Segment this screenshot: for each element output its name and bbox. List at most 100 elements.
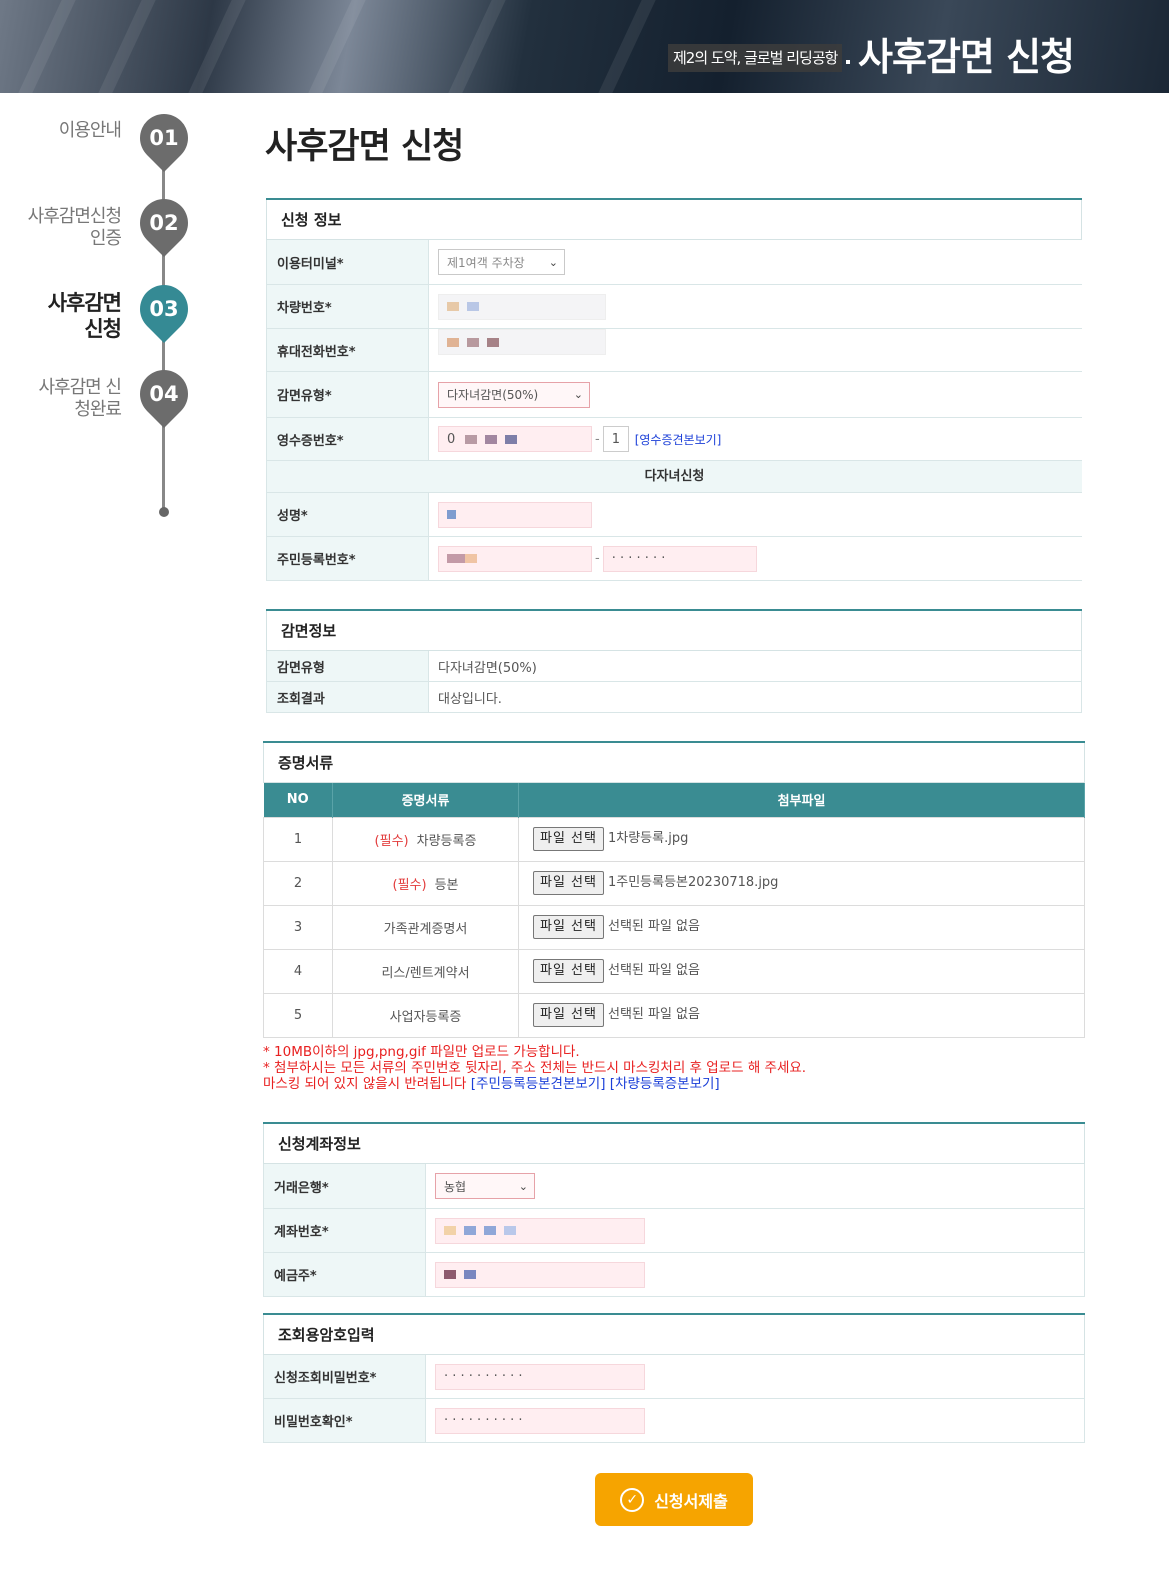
reduction-type-label: 감면유형* [266,372,429,417]
bank-row: 거래은행* 농협 ⌄ [263,1164,1085,1209]
file-select-button[interactable]: 파일 선택 [533,959,604,983]
receipt-seq-input[interactable]: 1 [602,426,629,452]
rrn-back-input[interactable]: · · · · · · · [602,545,757,572]
step-label-2: 사후감면신청 인증 [27,206,122,249]
upload-notes: * 10MB이하의 jpg,png,gif 파일만 업로드 가능합니다. * 첨… [263,1044,806,1092]
step-label-1: 이용안내 [58,120,122,141]
row-no: 1 [263,816,333,862]
reduction-info-result-value: 대상입니다. [429,682,1082,712]
file-name: 선택된 파일 없음 [607,919,700,934]
car-reg-sample-link[interactable]: [차량등록증본보기] [610,1076,720,1092]
banner-subtitle: 제2의 도약, 글로벌 리딩공항 [668,44,843,72]
col-attachment: 첨부파일 [518,783,1085,817]
password-heading: 조회용암호입력 [263,1315,1085,1355]
password-input[interactable]: · · · · · · · · · · [435,1363,645,1390]
documents-heading: 증명서류 [263,743,1085,783]
check-circle-icon: ✓ [620,1487,645,1512]
step-progress-end [159,507,169,517]
car-number-label: 차량번호* [266,285,429,328]
documents-section: 증명서류 NO 증명서류 첨부파일 1 (필수) 차량등록증 파일 선택 1차량등록… [263,741,1085,1038]
car-number-row: 차량번호* [266,285,1082,329]
file-select-button[interactable]: 파일 선택 [533,871,604,895]
account-info-section: 신청계좌정보 거래은행* 농협 ⌄ 계좌번호* 예금주* [263,1122,1085,1297]
reduction-info-result-row: 조회결과 대상입니다. [266,682,1082,713]
row-document: 리스/렌트계약서 [332,948,519,994]
file-name: 선택된 파일 없음 [607,963,700,978]
account-holder-input[interactable] [435,1261,645,1288]
table-row: 2 (필수) 등본 파일 선택 1주민등록등본20230718.jpg [263,860,1085,906]
document-name: 차량등록증 [416,833,477,849]
phone-row: 휴대전화번호* [266,329,1082,372]
step-number-3: 03 [149,297,179,321]
step-number-4: 04 [149,382,179,406]
account-holder-row: 예금주* [263,1253,1085,1297]
required-tag: (필수) [374,833,409,849]
password-section: 조회용암호입력 신청조회비밀번호* · · · · · · · · · · 비밀… [263,1313,1085,1443]
reduction-info-type-value: 다자녀감면(50%) [429,651,1082,681]
row-document: (필수) 차량등록증 [332,816,519,862]
col-document: 증명서류 [332,783,519,817]
receipt-number-input[interactable]: 0 [438,426,592,452]
reduction-type-select[interactable]: 다자녀감면(50%) ⌄ [438,381,590,408]
bank-select[interactable]: 농협 ⌄ [435,1173,535,1199]
terminal-row: 이용터미널* 제1여객 주차장 ⌄ [266,240,1082,285]
top-banner: 제2의 도약, 글로벌 리딩공항 사후감면 신청 [0,0,1169,93]
note-rejection: 마스킹 되어 있지 않을시 반려됩니다 [263,1076,467,1092]
file-name: 1차량등록.jpg [607,831,689,846]
phone-input[interactable] [438,329,606,355]
row-no: 5 [263,992,333,1038]
rrn-dash: - [595,551,600,566]
password-confirm-input[interactable]: · · · · · · · · · · [435,1407,645,1434]
file-select-button[interactable]: 파일 선택 [533,827,604,851]
rrn-row: 주민등록번호* - · · · · · · · [266,537,1082,581]
account-number-input[interactable] [435,1217,645,1244]
terminal-select-value: 제1여객 주차장 [447,255,525,270]
password-confirm-row: 비밀번호확인* · · · · · · · · · · [263,1399,1085,1443]
reduction-info-type-row: 감면유형 다자녀감면(50%) [266,651,1082,682]
step-number-2: 02 [149,211,179,235]
file-select-button[interactable]: 파일 선택 [533,1003,604,1027]
banner-title: 사후감면 신청 [858,35,1075,79]
submit-label: 신청서제출 [654,1491,728,1511]
receipt-sample-link[interactable]: [영수증견본보기] [635,431,722,448]
row-no: 3 [263,904,333,950]
row-no: 4 [263,948,333,994]
bank-label: 거래은행* [263,1164,426,1208]
reduction-info-result-label: 조회결과 [266,682,429,712]
step-label-3: 사후감면 신청 [47,291,122,341]
note-masking: * 첨부하시는 모든 서류의 주민번호 뒷자리, 주소 전체는 반드시 마스킹처… [263,1060,807,1076]
table-row: 3 가족관계증명서 파일 선택 선택된 파일 없음 [263,904,1085,950]
chevron-down-icon: ⌄ [548,255,558,269]
terminal-select[interactable]: 제1여객 주차장 ⌄ [438,249,565,275]
rrn-front-input[interactable] [438,545,592,572]
row-document: 사업자등록증 [332,992,519,1038]
table-row: 1 (필수) 차량등록증 파일 선택 1차량등록.jpg [263,816,1085,862]
rrn-sample-link[interactable]: [주민등록등본견본보기] [471,1076,606,1092]
password-label: 신청조회비밀번호* [263,1355,426,1398]
file-select-button[interactable]: 파일 선택 [533,915,604,939]
terminal-label: 이용터미널* [266,240,429,284]
step-number-1: 01 [149,126,179,150]
documents-table: NO 증명서류 첨부파일 1 (필수) 차량등록증 파일 선택 1차량등록.jpg … [263,783,1085,1038]
reduction-info-section: 감면정보 감면유형 다자녀감면(50%) 조회결과 대상입니다. [266,609,1082,713]
reduction-type-row: 감면유형* 다자녀감면(50%) ⌄ [266,372,1082,418]
multi-child-heading: 다자녀신청 [266,461,1082,493]
receipt-label: 영수증번호* [266,418,429,460]
row-document: (필수) 등본 [332,860,519,906]
step-label-4: 사후감면 신청완료 [38,377,122,420]
file-name: 선택된 파일 없음 [607,1007,700,1022]
account-info-heading: 신청계좌정보 [263,1124,1085,1164]
submit-application-button[interactable]: ✓ 신청서제출 [595,1473,753,1526]
receipt-prefix: 0 [447,431,456,447]
page-title: 사후감면 신청 [265,127,464,167]
apply-info-heading: 신청 정보 [266,200,1082,240]
table-row: 5 사업자등록증 파일 선택 선택된 파일 없음 [263,992,1085,1038]
bank-select-value: 농협 [444,1179,467,1194]
note-file-limit: * 10MB이하의 jpg,png,gif 파일만 업로드 가능합니다. [263,1044,580,1060]
reduction-type-select-value: 다자녀감면(50%) [447,388,539,402]
col-no: NO [263,783,333,817]
table-row: 4 리스/렌트계약서 파일 선택 선택된 파일 없음 [263,948,1085,994]
row-no: 2 [263,860,333,906]
name-input[interactable] [438,501,592,528]
car-number-input[interactable] [438,293,606,320]
